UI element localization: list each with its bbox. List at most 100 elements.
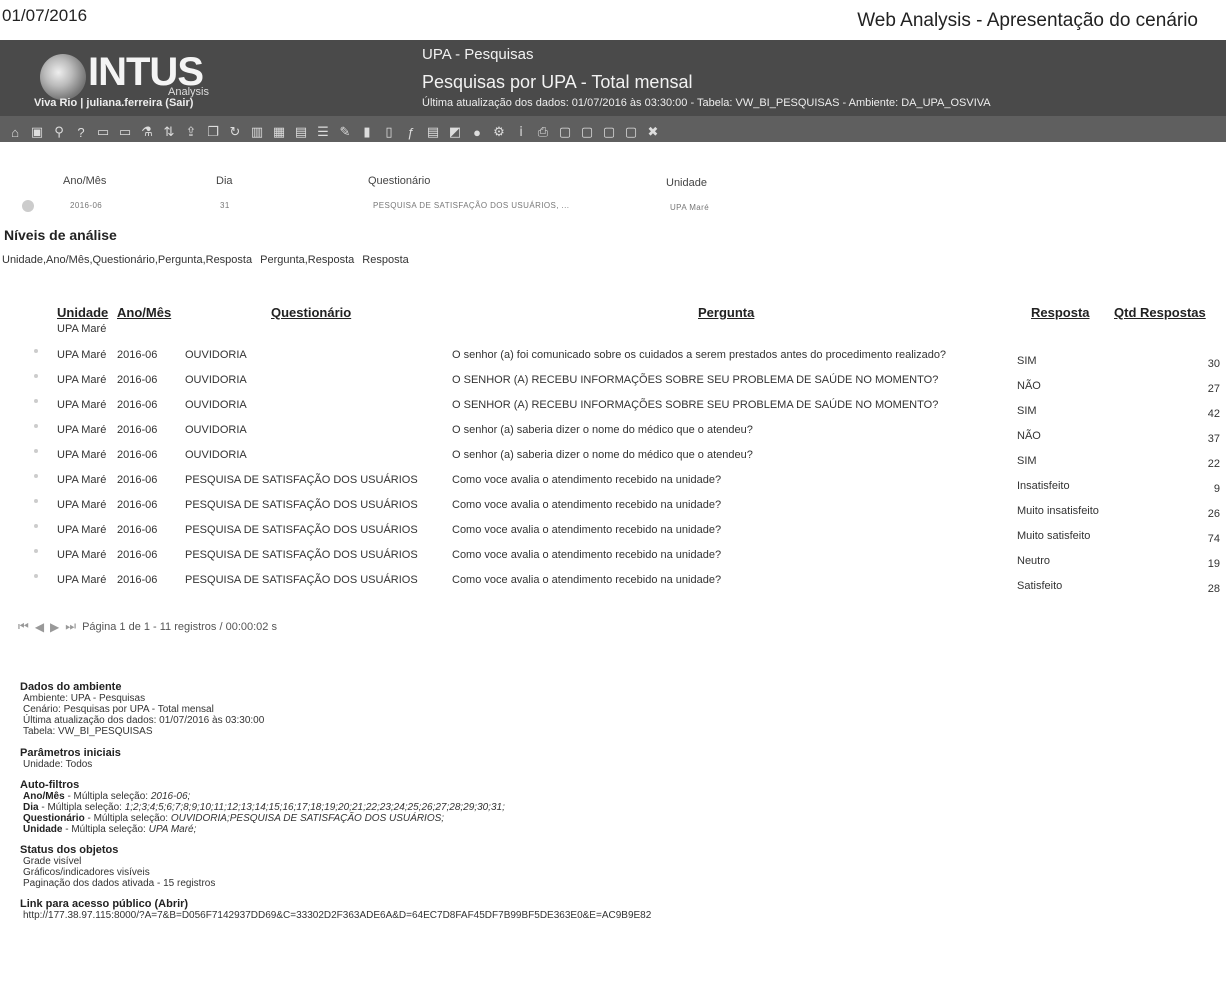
doc3-icon[interactable]: ▢ [600,124,618,140]
auto-filter-mode: - Múltipla seleção: [84,813,171,824]
edit-icon[interactable]: ✎ [336,124,354,140]
auto-filter-values: 2016-06; [150,791,191,802]
row-expand-icon[interactable] [34,499,38,503]
user-info: Viva Rio | juliana.ferreira (Sair) [34,97,193,109]
cell-anomes: 2016-06 [117,399,158,411]
cell-questionario: PESQUISA DE SATISFAÇÃO DOS USUÁRIOS [185,524,418,536]
refresh-icon[interactable]: ↻ [226,124,244,140]
col-header-anomes[interactable]: Ano/Mês [117,305,171,320]
row-expand-icon[interactable] [34,349,38,353]
table-row[interactable]: UPA Maré 2016-06 PESQUISA DE SATISFAÇÃO DO… [0,549,1226,574]
prev-page-icon[interactable]: ◀ [35,620,44,634]
filter-value-dia[interactable]: 31 [220,201,230,210]
row-expand-icon[interactable] [34,374,38,378]
auto-filters-title: Auto-filtros [20,779,80,791]
auto-filter-mode: - Múltipla seleção: [62,824,149,835]
col-header-unidade[interactable]: Unidade [57,305,108,320]
auto-filter-line: Ano/Mês - Múltipla seleção: 2016-06; [20,791,920,802]
table-row[interactable]: UPA Maré 2016-06 PESQUISA DE SATISFAÇÃO DO… [0,474,1226,499]
filter-value-questionario[interactable]: PESQUISA DE SATISFAÇÃO DOS USUÁRIOS, ... [373,201,569,210]
col-header-pergunta[interactable]: Pergunta [698,305,754,320]
env-line: Ambiente: UPA - Pesquisas [23,693,146,704]
table-row[interactable]: UPA Maré 2016-06 OUVIDORIA O senhor (a) sab… [0,449,1226,474]
bars-icon[interactable]: ▯ [380,124,398,140]
filter-value-unidade[interactable]: UPA Maré [670,203,709,212]
status-line: Paginação dos dados ativada - 15 registr… [23,878,216,889]
row-expand-icon[interactable] [34,474,38,478]
save-icon[interactable]: ▣ [28,124,46,140]
table-row[interactable]: UPA Maré 2016-06 OUVIDORIA O senhor (a) sab… [0,424,1226,449]
doc4-icon[interactable]: ▢ [622,124,640,140]
info-icon[interactable]: ⅰ [512,124,530,140]
row-expand-icon[interactable] [34,524,38,528]
monitor-icon[interactable]: ▭ [94,124,112,140]
row-expand-icon[interactable] [34,549,38,553]
cell-resposta: Satisfeito [1017,580,1063,592]
table-row[interactable]: UPA Maré 2016-06 PESQUISA DE SATISFAÇÃO DO… [0,499,1226,524]
levels-title: Níveis de análise [4,227,117,243]
col-header-qtd[interactable]: Qtd Respostas [1114,305,1206,320]
cell-questionario: OUVIDORIA [185,374,247,386]
env-lines: Ambiente: UPA - Pesquisas Cenário: Pesqui… [20,693,920,737]
list-icon[interactable]: ☰ [314,124,332,140]
auto-filter-lines: Ano/Mês - Múltipla seleção: 2016-06; Dia … [20,791,920,835]
col-header-resposta[interactable]: Resposta [1031,305,1090,320]
help-icon[interactable]: ? [72,124,90,140]
level-item[interactable]: Unidade,Ano/Mês,Questionário,Pergunta,Re… [2,254,252,266]
public-link-url[interactable]: http://177.38.97.115:8000/?A=7&B=D056F71… [20,910,920,921]
level-item[interactable]: Pergunta,Resposta [260,254,354,266]
user-name: Viva Rio | juliana.ferreira ( [34,97,169,109]
graph-icon[interactable]: ◩ [446,124,464,140]
cell-qtd: 19 [1207,558,1220,570]
pager: ⏮ ◀ ▶ ⏭ Página 1 de 1 - 11 registros / 0… [18,619,277,634]
status-lines: Grade visível Gráficos/indicadores visíve… [20,856,920,889]
row-expand-icon[interactable] [34,399,38,403]
copy-icon[interactable]: ❐ [204,124,222,140]
function-icon[interactable]: ƒ [402,124,420,140]
doc-icon[interactable]: ▢ [556,124,574,140]
col-header-questionario[interactable]: Questionário [271,305,351,320]
filter-value-anomes[interactable]: 2016-06 [70,201,102,210]
cell-unidade: UPA Maré [57,449,107,461]
settings-icon[interactable]: ⚙ [490,124,508,140]
first-page-icon[interactable]: ⏮ [18,619,29,634]
cell-pergunta: O senhor (a) saberia dizer o nome do méd… [452,424,753,436]
auto-filter-line: Unidade - Múltipla seleção: UPA Maré; [20,824,920,835]
print-icon[interactable]: ⎙ [534,124,552,140]
env-line: Tabela: VW_BI_PESQUISAS [23,726,153,737]
chart-icon[interactable]: ▮ [358,124,376,140]
logout-link[interactable]: Sair [169,97,190,109]
row-expand-icon[interactable] [34,424,38,428]
cell-resposta: Muito insatisfeito [1017,505,1099,517]
sort-icon[interactable]: ⇅ [160,124,178,140]
cell-pergunta: Como voce avalia o atendimento recebido … [452,499,722,511]
doc2-icon[interactable]: ▢ [578,124,596,140]
next-page-icon[interactable]: ▶ [50,620,59,634]
row-expand-icon[interactable] [34,449,38,453]
home-icon[interactable]: ⌂ [6,124,24,140]
last-page-icon[interactable]: ⏭ [65,619,76,634]
level-item[interactable]: Resposta [362,254,408,266]
export-icon[interactable]: ⇪ [182,124,200,140]
columns-icon[interactable]: ▥ [248,124,266,140]
cell-unidade: UPA Maré [57,349,107,361]
row-expand-icon[interactable] [34,574,38,578]
filter-icon[interactable]: ⚗ [138,124,156,140]
filter-remove-icon[interactable] [22,200,34,212]
close-icon[interactable]: ✖ [644,124,662,140]
table-row[interactable]: UPA Maré 2016-06 PESQUISA DE SATISFAÇÃO DO… [0,574,1226,599]
table-row[interactable]: UPA Maré 2016-06 OUVIDORIA O SENHOR (A) REC… [0,399,1226,424]
globe-icon[interactable]: ● [468,124,486,140]
public-link-title[interactable]: Link para acesso público (Abrir) [20,898,920,910]
table-row[interactable]: UPA Maré 2016-06 PESQUISA DE SATISFAÇÃO DO… [0,524,1226,549]
cell-resposta: Insatisfeito [1017,480,1070,492]
monitor2-icon[interactable]: ▭ [116,124,134,140]
cell-unidade: UPA Maré [57,549,107,561]
report-icon[interactable]: ▤ [424,124,442,140]
grid-icon[interactable]: ▦ [270,124,288,140]
table-row[interactable]: UPA Maré 2016-06 OUVIDORIA O SENHOR (A) REC… [0,374,1226,399]
search-icon[interactable]: ⚲ [50,124,68,140]
cell-pergunta: Como voce avalia o atendimento recebido … [452,574,722,586]
table-row[interactable]: UPA Maré 2016-06 OUVIDORIA O senhor (a) foi… [0,349,1226,374]
table-icon[interactable]: ▤ [292,124,310,140]
